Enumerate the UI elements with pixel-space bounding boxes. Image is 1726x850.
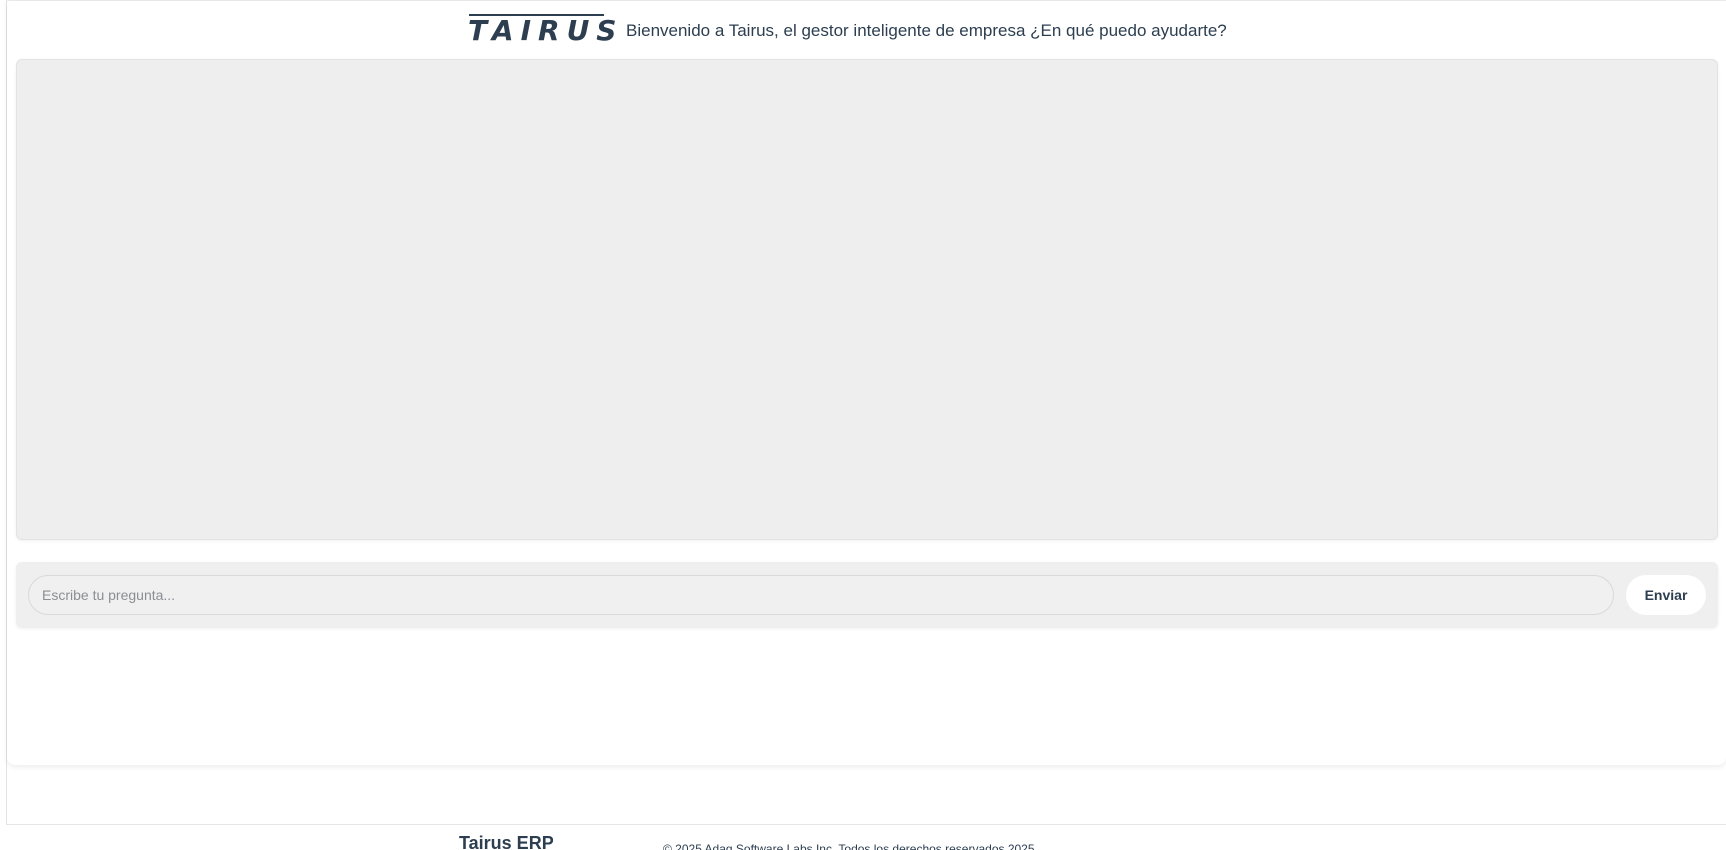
app-page: TAIRUS Bienvenido a Tairus, el gestor in…	[0, 0, 1726, 850]
footer-brand: Tairus ERP	[459, 833, 554, 850]
chat-input-bar: Enviar	[16, 562, 1718, 628]
welcome-message: Bienvenido a Tairus, el gestor inteligen…	[626, 21, 1227, 40]
assistant-card: TAIRUS Bienvenido a Tairus, el gestor in…	[7, 1, 1726, 765]
send-button[interactable]: Enviar	[1626, 575, 1706, 615]
footer-copyright: © 2025 Adag Software Labs Inc. Todos los…	[663, 842, 1035, 850]
chat-messages-area[interactable]	[16, 59, 1718, 540]
footer-divider	[6, 824, 1726, 825]
tairus-logo: TAIRUS	[468, 13, 616, 46]
question-input[interactable]	[28, 575, 1614, 615]
logo-wordmark: TAIRUS	[468, 14, 624, 47]
header: TAIRUS Bienvenido a Tairus, el gestor in…	[7, 1, 1726, 59]
